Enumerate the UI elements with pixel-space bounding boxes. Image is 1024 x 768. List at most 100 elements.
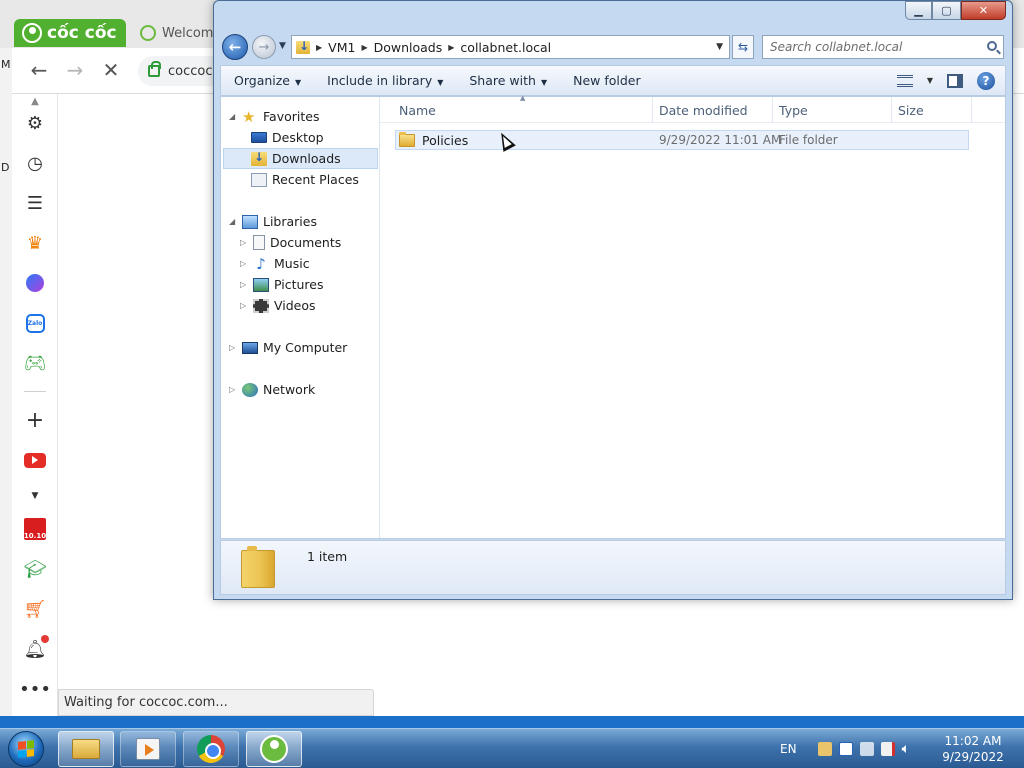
share-with-button[interactable]: Share with ▼ xyxy=(456,73,560,88)
item-count: 1 item xyxy=(307,549,348,564)
help-icon[interactable]: ? xyxy=(977,71,995,90)
view-options-dropdown-icon[interactable]: ▼ xyxy=(927,76,933,85)
volume-icon[interactable]: 🔈︎ xyxy=(902,741,910,757)
taskbar-coccoc-button[interactable] xyxy=(246,731,302,767)
minimize-icon: ▁ xyxy=(914,4,923,17)
sidebar-scroll-up-icon[interactable]: ▲ xyxy=(23,94,47,108)
share-with-label: Share with xyxy=(469,73,536,88)
search-placeholder: Search collabnet.local xyxy=(770,40,903,54)
tree-favorites[interactable]: ◢ ★ Favorites xyxy=(229,106,319,127)
sale-1010-icon[interactable]: 10.10 xyxy=(23,517,47,541)
breadcrumb-collabnet[interactable]: collabnet.local xyxy=(460,40,551,55)
media-player-icon xyxy=(136,738,160,760)
collapse-icon[interactable]: ◢ xyxy=(229,217,237,226)
back-button[interactable]: ← xyxy=(27,58,51,82)
youtube-icon[interactable] xyxy=(23,448,47,472)
tree-network[interactable]: ▷ Network xyxy=(229,379,315,400)
collapse-icon[interactable]: ◢ xyxy=(229,112,237,121)
gear-icon[interactable]: ⚙ xyxy=(23,111,47,135)
column-header-size[interactable]: Size xyxy=(892,97,972,123)
taskbar-chrome-button[interactable] xyxy=(183,731,239,767)
forward-button[interactable]: → xyxy=(63,58,87,82)
tree-pictures[interactable]: ▷ Pictures xyxy=(240,274,324,295)
address-history-dropdown-icon[interactable]: ▼ xyxy=(716,42,723,52)
gamepad-icon[interactable]: 🎮︎ xyxy=(23,351,47,375)
minimize-button[interactable]: ▁ xyxy=(905,1,932,20)
tree-my-computer[interactable]: ▷ My Computer xyxy=(229,337,347,358)
folder-icon xyxy=(296,39,310,54)
breadcrumb-separator-icon[interactable]: ▶ xyxy=(316,43,322,52)
back-button[interactable]: ← xyxy=(222,34,248,60)
crown-icon[interactable]: ♛ xyxy=(23,231,47,255)
expand-icon[interactable]: ▷ xyxy=(240,301,248,310)
left-edge-letter: M xyxy=(1,58,11,71)
tree-videos[interactable]: ▷ Videos xyxy=(240,295,316,316)
star-icon: ★ xyxy=(242,107,256,126)
expand-icon[interactable]: ▷ xyxy=(240,259,248,268)
file-row-policies[interactable]: Policies 9/29/2022 11:01 AM File folder xyxy=(395,130,969,150)
more-icon[interactable]: ••• xyxy=(19,677,51,701)
start-button[interactable] xyxy=(8,731,44,767)
graduation-icon[interactable]: 🎓︎ xyxy=(23,557,47,581)
expand-icon[interactable]: ▷ xyxy=(240,238,248,247)
column-headers: ▲ Name Date modified Type Size xyxy=(380,94,1005,123)
breadcrumb-separator-icon[interactable]: ▶ xyxy=(448,43,454,52)
tree-libraries[interactable]: ◢ Libraries xyxy=(229,211,317,232)
tree-music[interactable]: ▷ ♪ Music xyxy=(240,253,310,274)
new-folder-button[interactable]: New folder xyxy=(560,73,654,88)
zalo-icon[interactable]: Zalo xyxy=(23,311,47,335)
tray-app-icon[interactable] xyxy=(817,742,832,756)
expand-icon[interactable]: ▷ xyxy=(240,280,248,289)
column-header-date-modified[interactable]: Date modified xyxy=(653,97,773,123)
arrow-left-icon: ← xyxy=(228,38,242,56)
include-in-library-button[interactable]: Include in library ▼ xyxy=(314,73,456,88)
close-button[interactable]: ✕ xyxy=(961,1,1006,20)
coccoc-brand-tab[interactable]: cốc cốc xyxy=(14,19,126,47)
column-header-name[interactable]: Name xyxy=(393,97,653,123)
messenger-icon[interactable] xyxy=(23,271,47,295)
search-icon[interactable] xyxy=(987,41,997,51)
tray-ie-icon[interactable] xyxy=(838,742,853,756)
list-icon[interactable]: ☰ xyxy=(23,191,47,215)
tray-network-icon[interactable] xyxy=(859,742,874,756)
language-indicator[interactable]: EN xyxy=(780,742,797,756)
stop-loading-button[interactable]: ✕ xyxy=(99,58,123,82)
clock[interactable]: 11:02 AM 9/29/2022 xyxy=(935,733,1011,765)
tree-recent-places[interactable]: Recent Places xyxy=(251,169,359,190)
cart-icon[interactable]: 🛒︎ xyxy=(23,597,47,621)
forward-button[interactable]: → xyxy=(252,35,276,59)
tree-desktop[interactable]: Desktop xyxy=(251,127,324,148)
chevron-down-icon[interactable]: ▼ xyxy=(23,484,47,508)
change-view-icon[interactable] xyxy=(896,74,913,87)
clock-date: 9/29/2022 xyxy=(942,750,1004,764)
column-header-type[interactable]: Type xyxy=(773,97,892,123)
tree-music-label: Music xyxy=(274,256,310,271)
recent-pages-dropdown[interactable]: ▼ xyxy=(279,41,286,51)
taskbar-explorer-button[interactable] xyxy=(58,731,114,767)
preview-pane-icon[interactable] xyxy=(947,73,963,88)
breadcrumb-downloads[interactable]: Downloads xyxy=(374,40,443,55)
organize-button[interactable]: Organize ▼ xyxy=(221,73,314,88)
tree-documents[interactable]: ▷ Documents xyxy=(240,232,341,253)
tree-pictures-label: Pictures xyxy=(274,277,324,292)
tray-action-center-icon[interactable] xyxy=(880,742,895,756)
tab-welcome-label: Welcome xyxy=(162,25,220,41)
breadcrumb-vm1[interactable]: VM1 xyxy=(328,40,355,55)
refresh-button[interactable]: ⇆ xyxy=(732,35,754,59)
maximize-button[interactable]: ▢ xyxy=(932,1,961,20)
expand-icon[interactable]: ▷ xyxy=(229,343,237,352)
breadcrumb-separator-icon[interactable]: ▶ xyxy=(361,43,367,52)
search-input[interactable]: Search collabnet.local xyxy=(762,35,1004,59)
breadcrumb[interactable]: ▶ VM1 ▶ Downloads ▶ collabnet.local ▼ xyxy=(291,35,730,59)
tab-welcome[interactable]: Welcome xyxy=(130,19,220,47)
title-bar[interactable]: ▁ ▢ ✕ xyxy=(214,1,1012,31)
expand-icon[interactable]: ▷ xyxy=(229,385,237,394)
plus-icon[interactable]: + xyxy=(23,408,47,433)
column-type-label: Type xyxy=(779,102,808,118)
history-icon[interactable]: ◷ xyxy=(23,151,47,175)
tree-downloads[interactable]: Downloads xyxy=(223,148,378,169)
taskbar-media-player-button[interactable] xyxy=(120,731,176,767)
view-controls: ▼ ? xyxy=(896,71,1005,90)
bell-icon[interactable]: 🔔︎ xyxy=(23,635,49,661)
computer-icon xyxy=(242,341,258,354)
